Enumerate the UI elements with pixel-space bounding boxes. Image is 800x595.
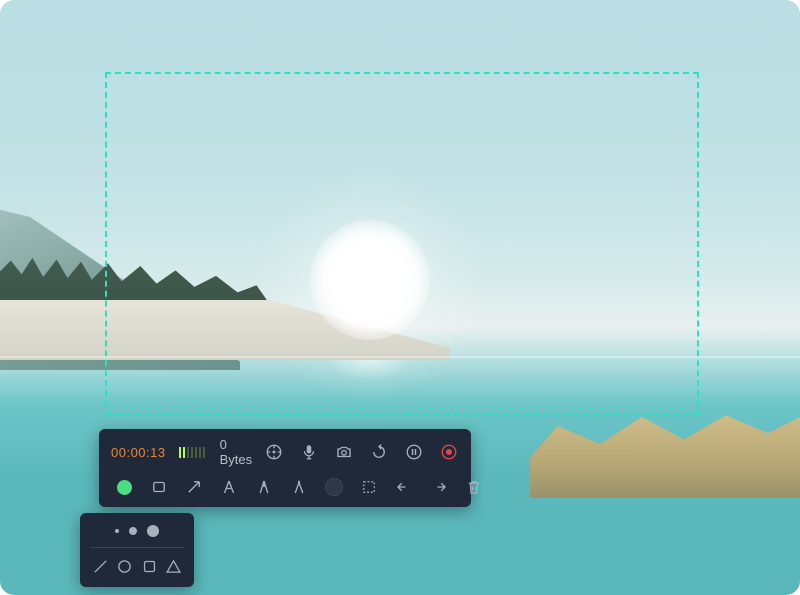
circle-shape-button[interactable] <box>115 556 135 576</box>
reset-icon <box>370 443 388 461</box>
color-swatch-icon <box>325 478 343 496</box>
text-icon <box>220 478 238 496</box>
triangle-icon <box>165 558 182 575</box>
compass-icon <box>290 478 308 496</box>
size-large-button[interactable] <box>147 525 159 537</box>
delete-button[interactable] <box>461 474 487 500</box>
compass-tool-button[interactable] <box>286 474 312 500</box>
microphone-button[interactable] <box>296 439 322 465</box>
recorder-toolbar: 00:00:13 0 Bytes <box>99 429 471 507</box>
text-tool-button[interactable] <box>216 474 242 500</box>
pause-icon <box>405 443 423 461</box>
cursor-tool-button[interactable] <box>261 439 287 465</box>
pause-button[interactable] <box>401 439 427 465</box>
toolbar-annotate-row <box>111 473 459 501</box>
triangle-shape-button[interactable] <box>164 556 184 576</box>
size-small-button[interactable] <box>115 529 119 533</box>
toolbar-status-row: 00:00:13 0 Bytes <box>111 437 459 467</box>
record-icon <box>440 443 458 461</box>
circle-icon <box>116 558 133 575</box>
size-medium-button[interactable] <box>129 527 137 535</box>
camera-button[interactable] <box>331 439 357 465</box>
square-shape-button[interactable] <box>139 556 159 576</box>
color-picker-button[interactable] <box>321 474 347 500</box>
trash-icon <box>465 478 483 496</box>
rectangle-tool-button[interactable] <box>146 474 172 500</box>
capture-region[interactable] <box>105 72 699 416</box>
panel-divider <box>90 547 184 548</box>
line-icon <box>92 558 109 575</box>
audio-level-meter <box>179 447 205 458</box>
square-icon <box>141 558 158 575</box>
stroke-size-row <box>90 520 184 542</box>
line-shape-button[interactable] <box>90 556 110 576</box>
marquee-icon <box>360 478 378 496</box>
reset-button[interactable] <box>366 439 392 465</box>
arrow-icon <box>185 478 203 496</box>
highlighter-icon <box>255 478 273 496</box>
record-button[interactable] <box>436 439 462 465</box>
rectangle-icon <box>150 478 168 496</box>
redo-button[interactable] <box>426 474 452 500</box>
cursor-icon <box>265 443 283 461</box>
redo-icon <box>430 478 448 496</box>
undo-button[interactable] <box>391 474 417 500</box>
recording-timer: 00:00:13 <box>111 445 166 460</box>
marquee-tool-button[interactable] <box>356 474 382 500</box>
shape-panel <box>80 513 194 587</box>
file-size-label: 0 Bytes <box>220 437 253 467</box>
pen-color-button[interactable] <box>111 474 137 500</box>
microphone-icon <box>300 443 318 461</box>
pen-color-icon <box>117 480 132 495</box>
undo-icon <box>395 478 413 496</box>
highlighter-tool-button[interactable] <box>251 474 277 500</box>
desktop-background: 00:00:13 0 Bytes <box>0 0 800 595</box>
grass <box>530 408 800 498</box>
camera-icon <box>335 443 353 461</box>
arrow-tool-button[interactable] <box>181 474 207 500</box>
shape-row <box>90 553 184 579</box>
